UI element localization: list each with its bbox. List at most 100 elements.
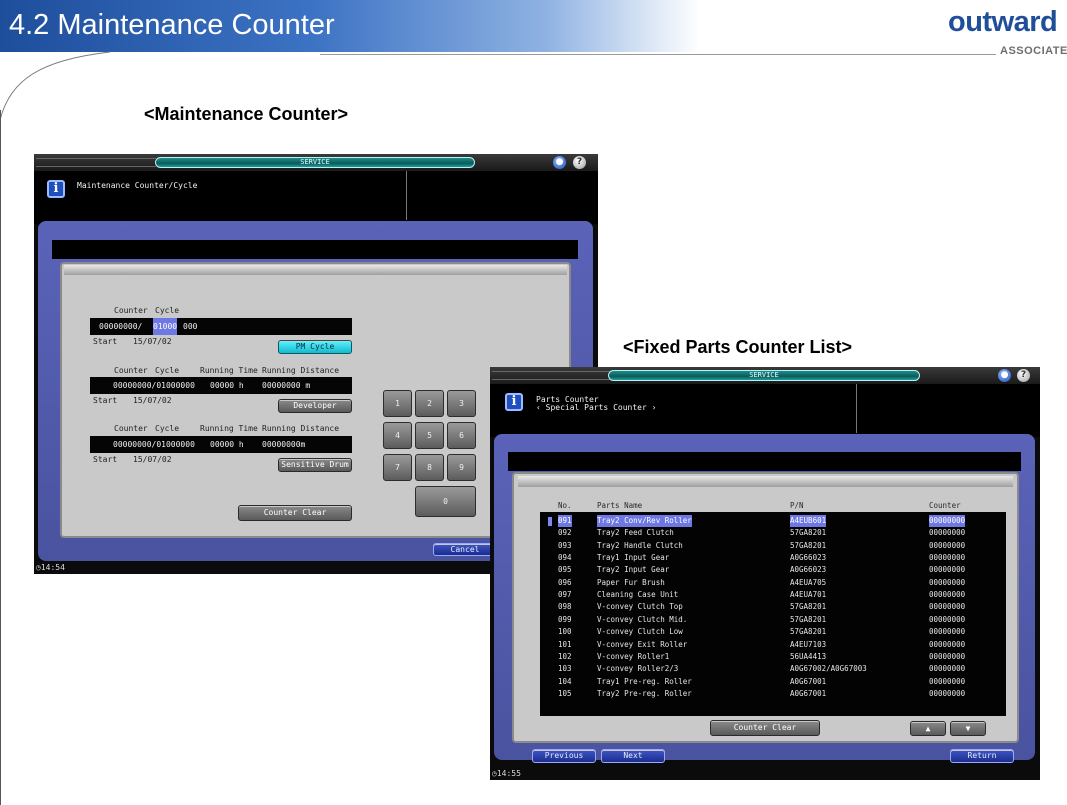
help-icon[interactable]: ?: [573, 156, 586, 169]
row-part-number: 57GA8201: [790, 614, 827, 624]
column-header-counter: Counter: [929, 501, 961, 510]
scroll-up-button[interactable]: ▲: [910, 721, 946, 736]
row-number: 092: [558, 528, 572, 538]
table-row[interactable]: 093 Tray2 Handle Clutch 57GA8201 00000000: [540, 540, 1006, 552]
row-part-number: A0G66023: [790, 565, 827, 575]
table-row[interactable]: 103 V-convey Roller2/3 A0G67002/A0G67003 00…: [540, 663, 1006, 675]
top-bar-lines: [36, 158, 156, 167]
start-date: 15/07/02: [133, 455, 172, 464]
table-row[interactable]: 091 Tray2 Conv/Rev Roller A4EUB601 00000000: [540, 515, 1006, 527]
row-counter-value: 00000000: [929, 528, 966, 538]
table-row[interactable]: 104 Tray1 Pre-reg. Roller A0G67001 00000000: [540, 676, 1006, 688]
start-label: Start: [93, 455, 118, 464]
row-number: 100: [558, 627, 572, 637]
developer-counter-value: 00000000/01000000: [113, 381, 195, 390]
row-parts-name: Tray2 Pre-reg. Roller: [597, 688, 692, 698]
row-number: 104: [558, 676, 572, 686]
row-part-number: A0G67002/A0G67003: [790, 664, 867, 674]
status-clock: ◷14:55: [492, 768, 521, 780]
counter-clear-button[interactable]: Counter Clear: [238, 505, 352, 521]
row-part-number: A4EUA701: [790, 590, 827, 600]
table-row[interactable]: 094 Tray1 Input Gear A0G66023 00000000: [540, 552, 1006, 564]
keypad-key-0[interactable]: 0: [415, 486, 476, 517]
keypad-key-3[interactable]: 3: [447, 390, 476, 417]
row-number: 098: [558, 602, 572, 612]
row-part-number: A4EUB601: [790, 515, 827, 527]
row-counter-value: 00000000: [929, 676, 966, 686]
info-icon: i: [47, 180, 65, 198]
volume-icon[interactable]: ●: [553, 156, 566, 169]
row-number: 101: [558, 639, 572, 649]
row-parts-name: Paper Fur Brush: [597, 577, 665, 587]
start-label: Start: [93, 337, 118, 346]
pm-cycle-button[interactable]: PM Cycle: [278, 340, 352, 354]
table-row[interactable]: 095 Tray2 Input Gear A0G66023 00000000: [540, 564, 1006, 576]
scroll-down-button[interactable]: ▼: [950, 721, 986, 736]
table-row[interactable]: 092 Tray2 Feed Clutch 57GA8201 00000000: [540, 527, 1006, 539]
running-distance-header: Running Distance: [262, 366, 340, 375]
next-button[interactable]: Next: [601, 749, 665, 763]
keypad-key-2[interactable]: 2: [415, 390, 444, 417]
service-mode-pill: SERVICE: [155, 157, 475, 168]
table-row[interactable]: 097 Cleaning Case Unit A4EUA701 00000000: [540, 589, 1006, 601]
keypad-key-8[interactable]: 8: [415, 454, 444, 481]
row-part-number: A0G67001: [790, 676, 827, 686]
counter-clear-button[interactable]: Counter Clear: [710, 720, 820, 736]
arrow-down-icon: ▼: [965, 724, 971, 733]
keypad-key-5[interactable]: 5: [415, 422, 444, 449]
screen-header: [34, 171, 598, 224]
table-row[interactable]: 096 Paper Fur Brush A4EUA705 00000000: [540, 577, 1006, 589]
row-number: 105: [558, 688, 572, 698]
black-strip: [52, 240, 578, 259]
bottom-bar: [490, 767, 1040, 780]
table-row[interactable]: 100 V-convey Clutch Low 57GA8201 00000000: [540, 626, 1006, 638]
counter-header: Counter: [114, 306, 148, 315]
table-row[interactable]: 105 Tray2 Pre-reg. Roller A0G67001 00000000: [540, 688, 1006, 700]
keypad-key-4[interactable]: 4: [383, 422, 412, 449]
keypad-key-9[interactable]: 9: [447, 454, 476, 481]
previous-button[interactable]: Previous: [532, 749, 596, 763]
table-row[interactable]: 102 V-convey Roller1 56UA4413 00000000: [540, 651, 1006, 663]
row-part-number: A4EUA705: [790, 577, 827, 587]
table-row[interactable]: 101 V-convey Exit Roller A4EU7103 00000000: [540, 639, 1006, 651]
table-row[interactable]: 099 V-convey Clutch Mid. 57GA8201 00000000: [540, 614, 1006, 626]
start-date: 15/07/02: [133, 396, 172, 405]
table-row[interactable]: 098 V-convey Clutch Top 57GA8201 00000000: [540, 601, 1006, 613]
row-parts-name: Tray1 Input Gear: [597, 553, 670, 563]
keypad-key-6[interactable]: 6: [447, 422, 476, 449]
keypad-key-1[interactable]: 1: [383, 390, 412, 417]
row-part-number: 57GA8201: [790, 602, 827, 612]
row-number: 091: [558, 515, 572, 527]
column-header-parts-name: Parts Name: [597, 501, 643, 510]
sensitive-drum-counter-field[interactable]: 00000000/01000000 00000 h 00000000m: [90, 436, 352, 453]
developer-button[interactable]: Developer: [278, 399, 352, 413]
row-parts-name: V-convey Exit Roller: [597, 639, 688, 649]
row-part-number: 57GA8201: [790, 528, 827, 538]
cancel-button[interactable]: Cancel: [433, 543, 497, 556]
row-parts-name: Tray2 Input Gear: [597, 565, 670, 575]
row-number: 096: [558, 577, 572, 587]
help-icon[interactable]: ?: [1017, 369, 1030, 382]
keypad-key-7[interactable]: 7: [383, 454, 412, 481]
row-counter-value: 00000000: [929, 688, 966, 698]
screen-title: Maintenance Counter/Cycle: [77, 181, 198, 190]
row-parts-name: V-convey Roller1: [597, 651, 670, 661]
developer-counter-field[interactable]: 00000000/01000000 00000 h 00000000 m: [90, 377, 352, 394]
return-button[interactable]: Return: [950, 749, 1014, 763]
row-counter-value: 00000000: [929, 639, 966, 649]
row-parts-name: Cleaning Case Unit: [597, 590, 679, 600]
screen-subtitle: ‹ Special Parts Counter ›: [536, 403, 657, 412]
column-header-no: No.: [558, 501, 572, 510]
sensitive-drum-button[interactable]: Sensitive Drum: [278, 458, 352, 472]
volume-icon[interactable]: ●: [998, 369, 1011, 382]
pm-counter-value: 00000000/: [99, 322, 143, 331]
row-part-number: 57GA8201: [790, 627, 827, 637]
row-counter-value: 00000000: [929, 602, 966, 612]
row-counter-value: 00000000: [929, 540, 966, 550]
row-parts-name: V-convey Clutch Top: [597, 602, 683, 612]
header-rule: [320, 54, 996, 55]
row-parts-name: Tray2 Handle Clutch: [597, 540, 683, 550]
developer-running-time: 00000 h: [210, 381, 244, 390]
pm-cycle-field[interactable]: 00000000/ 01000 000: [90, 318, 352, 335]
pm-cycle-selected-digits: 01000: [153, 318, 178, 335]
